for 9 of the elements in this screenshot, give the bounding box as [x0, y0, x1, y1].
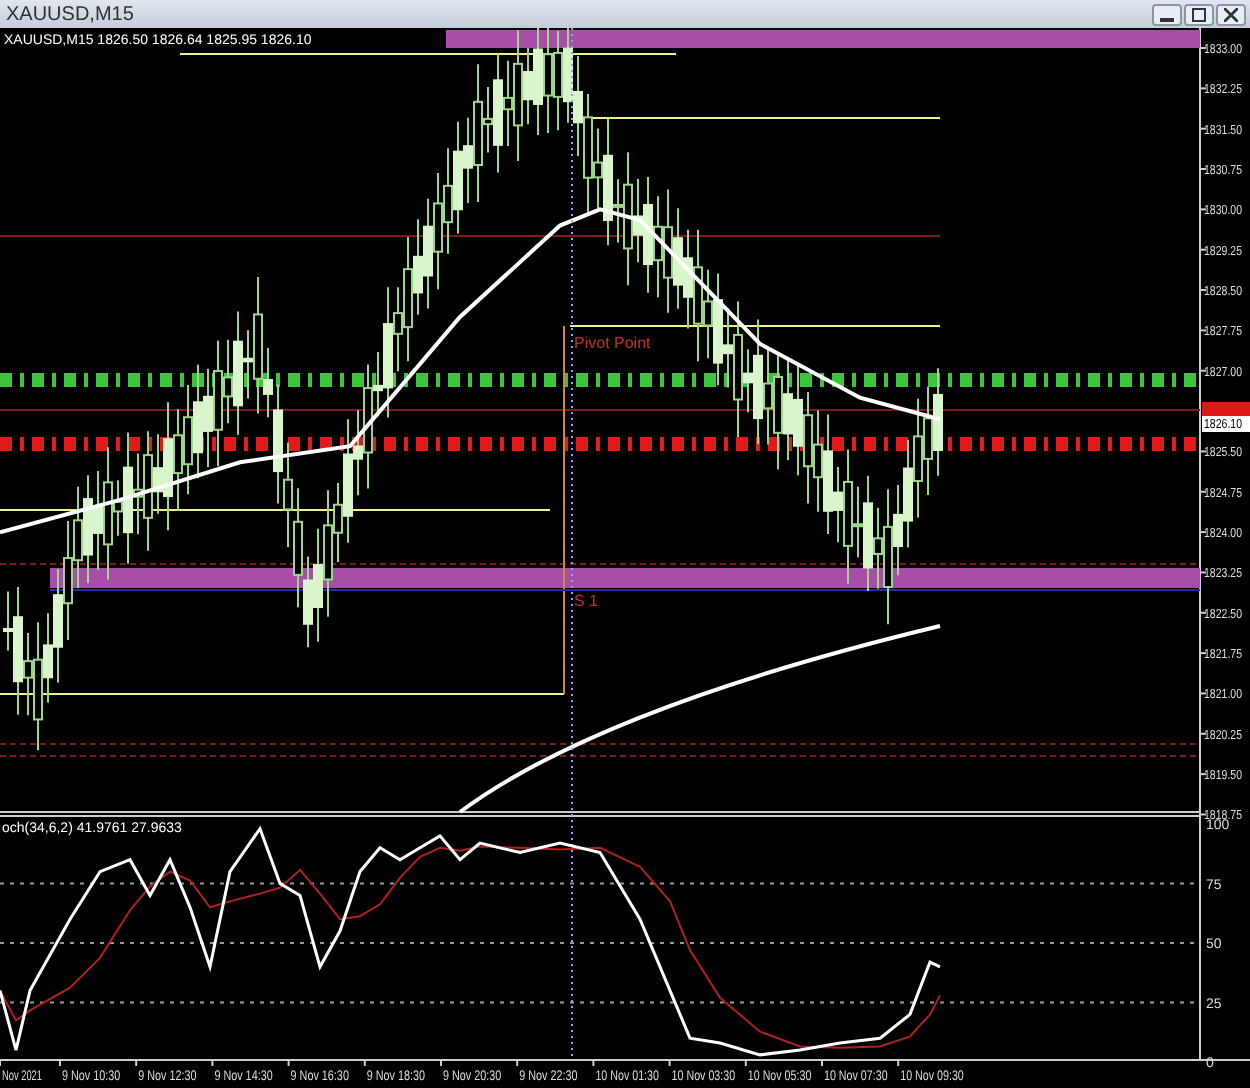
- support-label: S 1: [574, 592, 599, 610]
- close-button[interactable]: [1216, 3, 1246, 25]
- maximize-button[interactable]: [1184, 3, 1214, 25]
- window-title: XAUUSD,M15: [6, 3, 134, 25]
- minimize-button[interactable]: [1152, 3, 1182, 25]
- maximize-icon: [1192, 7, 1206, 21]
- ask-price-marker: [1202, 402, 1250, 416]
- pivot-label: Pivot Point: [574, 334, 651, 352]
- close-icon: [1224, 7, 1238, 21]
